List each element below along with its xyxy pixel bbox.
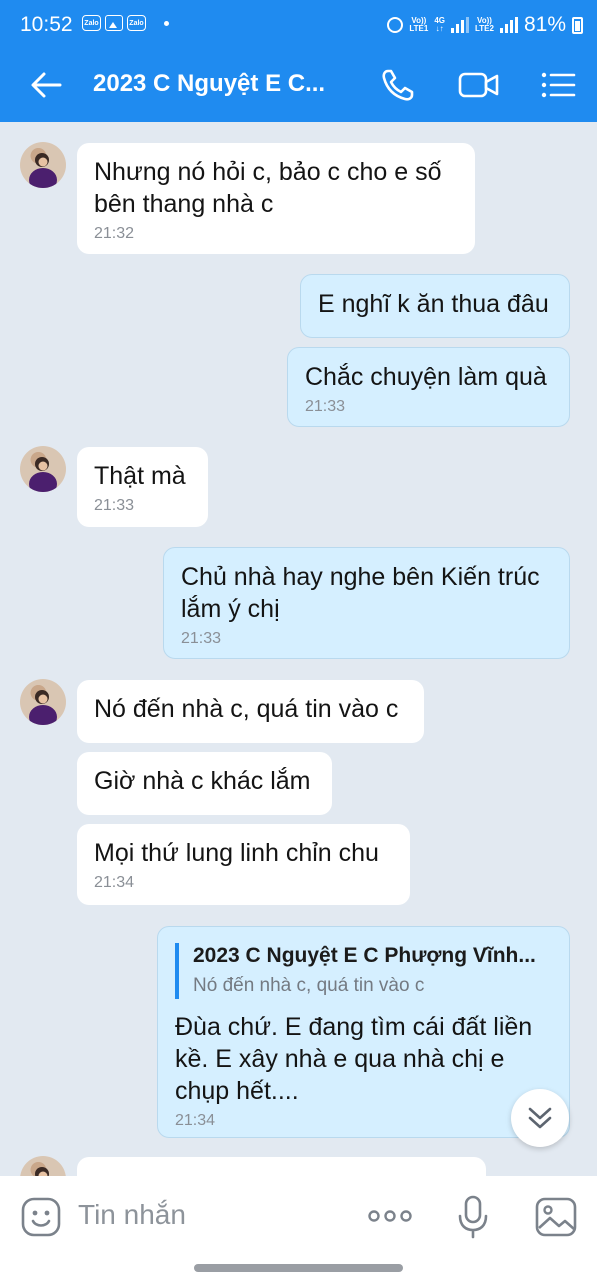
message-input[interactable]: Tin nhắn <box>78 1199 186 1231</box>
status-time: 10:52 <box>20 13 73 36</box>
message-time: 21:32 <box>94 225 135 242</box>
more-dots-icon[interactable] <box>366 1203 414 1229</box>
incoming-message[interactable]: Mọi thứ lung linh chỉn chu 21:34 <box>77 824 410 905</box>
outgoing-message[interactable]: Chắc chuyện làm quà 21:33 <box>287 347 570 427</box>
battery-icon <box>572 16 583 34</box>
volte-2-indicator: Vo)) LTE2 <box>475 16 494 33</box>
signal-2-icon <box>499 17 518 33</box>
status-bar: 10:52 Zalo Zalo Vo)) LTE1 4G ↓↑ Vo)) LTE… <box>0 0 597 48</box>
battery-percent: 81% <box>523 13 566 36</box>
message-text: Thật mà <box>94 462 186 490</box>
message-time: 21:34 <box>94 874 135 891</box>
chevron-double-down-icon <box>528 1107 552 1129</box>
message-list[interactable]: Nhưng nó hỏi c, bảo c cho e số bên thang… <box>0 122 597 1176</box>
outgoing-reply-message[interactable]: 2023 C Nguyệt E C Phượng Vĩnh... Nó đến … <box>157 926 570 1138</box>
image-icon[interactable] <box>534 1196 578 1238</box>
scroll-to-bottom-button[interactable] <box>511 1089 569 1147</box>
incoming-message[interactable]: Giờ nhà c khác lắm <box>77 752 332 815</box>
message-time: 21:34 <box>175 1112 216 1129</box>
alarm-icon <box>387 17 404 33</box>
message-input-bar: Tin nhắn <box>0 1176 597 1280</box>
contact-avatar[interactable] <box>20 1156 66 1176</box>
zalo-notification-icon: Zalo <box>127 15 146 31</box>
microphone-icon[interactable] <box>456 1194 490 1240</box>
contact-avatar[interactable] <box>20 679 66 725</box>
volte-1-indicator: Vo)) LTE1 <box>409 16 429 33</box>
quoted-message[interactable]: 2023 C Nguyệt E C Phượng Vĩnh... Nó đến … <box>175 943 552 999</box>
message-text: Chắc chuyện làm quà <box>305 363 547 391</box>
message-text: Đùa chứ. E đang tìm cái đất liền kề. E x… <box>175 1013 533 1105</box>
chat-header: 2023 C Nguyệt E C... <box>0 48 597 122</box>
phone-icon[interactable] <box>378 65 418 105</box>
incoming-message[interactable]: Nhưng nó hỏi c, bảo c cho e số bên thang… <box>77 143 475 254</box>
message-text: Mọi thứ lung linh chỉn chu <box>94 839 379 867</box>
message-time: 21:33 <box>181 630 222 647</box>
video-call-icon[interactable] <box>457 65 501 105</box>
more-notifications-dot-icon <box>164 20 169 26</box>
back-arrow-icon[interactable] <box>26 66 66 104</box>
incoming-message[interactable]: Nó đến nhà c, quá tin vào c <box>77 680 424 743</box>
message-text: Giờ nhà c khác lắm <box>94 767 311 795</box>
outgoing-message[interactable]: E nghĩ k ăn thua đâu <box>300 274 570 338</box>
conversation-title[interactable]: 2023 C Nguyệt E C... <box>93 70 325 98</box>
quoted-sender-name: 2023 C Nguyệt E C Phượng Vĩnh... <box>193 944 536 967</box>
quoted-text: Nó đến nhà c, quá tin vào c <box>193 975 425 996</box>
system-indicators: Vo)) LTE1 4G ↓↑ Vo)) LTE2 81% <box>387 13 583 37</box>
message-time: 21:33 <box>305 398 346 415</box>
message-time: 21:33 <box>94 497 135 514</box>
message-text: Nhưng nó hỏi c, bảo c cho e số bên thang… <box>94 158 442 218</box>
outgoing-message[interactable]: Chủ nhà hay nghe bên Kiến trúc lắm ý chị… <box>163 547 570 659</box>
message-text: Nó đến nhà c, quá tin vào c <box>94 695 399 723</box>
incoming-message[interactable] <box>77 1157 486 1176</box>
incoming-message[interactable]: Thật mà 21:33 <box>77 447 208 527</box>
home-indicator[interactable] <box>194 1264 403 1272</box>
network-gen-indicator: 4G ↓↑ <box>434 16 445 33</box>
notification-icons: Zalo Zalo <box>82 15 169 31</box>
contact-avatar[interactable] <box>20 142 66 188</box>
message-text: Chủ nhà hay nghe bên Kiến trúc lắm ý chị <box>181 563 540 623</box>
message-text: E nghĩ k ăn thua đâu <box>318 290 549 318</box>
gallery-notification-icon <box>105 15 123 31</box>
contact-avatar[interactable] <box>20 446 66 492</box>
emoji-icon[interactable] <box>20 1196 62 1238</box>
zalo-notification-icon: Zalo <box>82 15 101 31</box>
menu-list-icon[interactable] <box>538 65 578 105</box>
signal-1-icon <box>451 17 469 33</box>
